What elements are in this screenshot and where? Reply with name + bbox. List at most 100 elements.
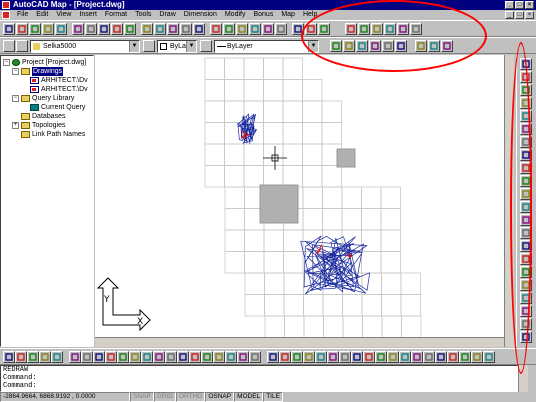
menu-dimension[interactable]: Dimension	[180, 10, 221, 20]
menu-bonus[interactable]: Bonus	[249, 10, 277, 20]
map-edit-button-5[interactable]	[51, 351, 63, 363]
map-edit-button-9[interactable]	[105, 351, 117, 363]
map-zoom-previous-button[interactable]	[428, 40, 440, 52]
tree-item[interactable]: − Query Library	[3, 94, 93, 103]
map-tool-button-10[interactable]	[520, 175, 532, 187]
map-zoom-next-button[interactable]	[441, 40, 453, 52]
properties-button[interactable]	[292, 23, 304, 35]
ucs-button[interactable]	[193, 23, 205, 35]
undo-button[interactable]	[141, 23, 153, 35]
collapse-icon[interactable]: −	[12, 95, 19, 102]
map-edit-button-36[interactable]	[435, 351, 447, 363]
drawing-horizontal-scrollbar[interactable]	[95, 337, 504, 347]
drawing-canvas[interactable]: YX	[95, 55, 514, 347]
tree-item[interactable]: + Topologies	[3, 121, 93, 130]
map-theme-button[interactable]	[356, 40, 368, 52]
hyperlink-button[interactable]	[167, 23, 179, 35]
command-window[interactable]: REDRAW Command: Command:	[0, 365, 518, 392]
map-edit-button-35[interactable]	[423, 351, 435, 363]
status-toggle-osnap[interactable]: OSNAP	[205, 392, 235, 402]
map-tool-button-8[interactable]	[520, 149, 532, 161]
expand-icon[interactable]: +	[12, 122, 19, 129]
map-tool-button-16[interactable]	[520, 253, 532, 265]
map-tool-button-1[interactable]	[520, 58, 532, 70]
doc-minimize-button[interactable]: _	[505, 11, 514, 19]
map-edit-button-25[interactable]	[303, 351, 315, 363]
map-edit-button-11[interactable]	[129, 351, 141, 363]
map-edit-button-27[interactable]	[327, 351, 339, 363]
map-tool-button-17[interactable]	[520, 266, 532, 278]
new-button[interactable]	[3, 23, 15, 35]
tree-item[interactable]: − Project [Project.dwg]	[3, 58, 93, 67]
menu-modify[interactable]: Modify	[221, 10, 250, 20]
map-tool-button-9[interactable]	[520, 162, 532, 174]
map-query-button[interactable]	[345, 23, 357, 35]
tree-item[interactable]: Databases	[3, 112, 93, 121]
copy-button[interactable]	[98, 23, 110, 35]
map-tool-button-13[interactable]	[520, 214, 532, 226]
map-export-button[interactable]	[384, 23, 396, 35]
map-edit-button-34[interactable]	[411, 351, 423, 363]
spelling-button[interactable]	[72, 23, 84, 35]
make-layer-current-button[interactable]	[3, 40, 15, 52]
map-edit-button-7[interactable]	[81, 351, 93, 363]
zoom-window-button[interactable]	[262, 23, 274, 35]
map-edit-button-15[interactable]	[177, 351, 189, 363]
map-edit-button-2[interactable]	[15, 351, 27, 363]
map-tool-button-11[interactable]	[520, 188, 532, 200]
collapse-icon[interactable]: −	[3, 59, 10, 66]
map-edit-button-8[interactable]	[93, 351, 105, 363]
status-toggle-snap[interactable]: SNAP	[130, 392, 154, 402]
menu-draw[interactable]: Draw	[155, 10, 179, 20]
menu-help[interactable]: Help	[299, 10, 321, 20]
map-tool-button-14[interactable]	[520, 227, 532, 239]
help-button[interactable]	[318, 23, 330, 35]
status-toggle-ortho[interactable]: ORTHO	[175, 392, 206, 402]
map-edit-button-14[interactable]	[165, 351, 177, 363]
menu-tools[interactable]: Tools	[131, 10, 155, 20]
map-legend-button[interactable]	[343, 40, 355, 52]
map-tool-button-22[interactable]	[520, 331, 532, 343]
map-edit-button-13[interactable]	[153, 351, 165, 363]
map-edit-button-26[interactable]	[315, 351, 327, 363]
maximize-button[interactable]: □	[515, 1, 524, 9]
map-edit-button-3[interactable]	[27, 351, 39, 363]
map-edit-button-19[interactable]	[225, 351, 237, 363]
status-toggle-model[interactable]: MODEL	[234, 392, 264, 402]
map-tool-button-4[interactable]	[520, 97, 532, 109]
menu-view[interactable]: View	[52, 10, 75, 20]
autocad-app-icon[interactable]	[2, 1, 10, 9]
tree-item[interactable]: − Drawings	[3, 67, 93, 76]
redraw-button[interactable]	[223, 23, 235, 35]
chevron-down-icon[interactable]: ▼	[186, 41, 196, 52]
map-topology-button[interactable]	[371, 23, 383, 35]
command-prompt[interactable]: Command:	[3, 382, 517, 390]
map-edit-button-23[interactable]	[279, 351, 291, 363]
status-toggle-grid[interactable]: GRID	[153, 392, 176, 402]
map-edit-button-4[interactable]	[39, 351, 51, 363]
redo-button[interactable]	[154, 23, 166, 35]
map-edit-button-10[interactable]	[117, 351, 129, 363]
map-display-button[interactable]	[330, 40, 342, 52]
tracking-button[interactable]	[180, 23, 192, 35]
open-button[interactable]	[16, 23, 28, 35]
map-tool-button-20[interactable]	[520, 305, 532, 317]
drawing-vertical-scrollbar[interactable]	[504, 55, 514, 347]
map-edit-button-12[interactable]	[141, 351, 153, 363]
map-edit-button-39[interactable]	[471, 351, 483, 363]
menu-format[interactable]: Format	[101, 10, 131, 20]
map-edit-button-33[interactable]	[399, 351, 411, 363]
cut-button[interactable]	[85, 23, 97, 35]
zoom-realtime-button[interactable]	[249, 23, 261, 35]
map-tool-button-21[interactable]	[520, 318, 532, 330]
map-edit-button-37[interactable]	[447, 351, 459, 363]
layers-button[interactable]	[16, 40, 28, 52]
linetype-button[interactable]	[200, 40, 212, 52]
design-center-button[interactable]	[305, 23, 317, 35]
match-properties-button[interactable]	[143, 40, 155, 52]
tree-item[interactable]: ARHITECT.\Dv	[3, 76, 93, 85]
map-tool-button-19[interactable]	[520, 292, 532, 304]
map-edit-button-1[interactable]	[3, 351, 15, 363]
map-edit-button-40[interactable]	[483, 351, 495, 363]
command-scrollbar[interactable]	[518, 365, 528, 392]
